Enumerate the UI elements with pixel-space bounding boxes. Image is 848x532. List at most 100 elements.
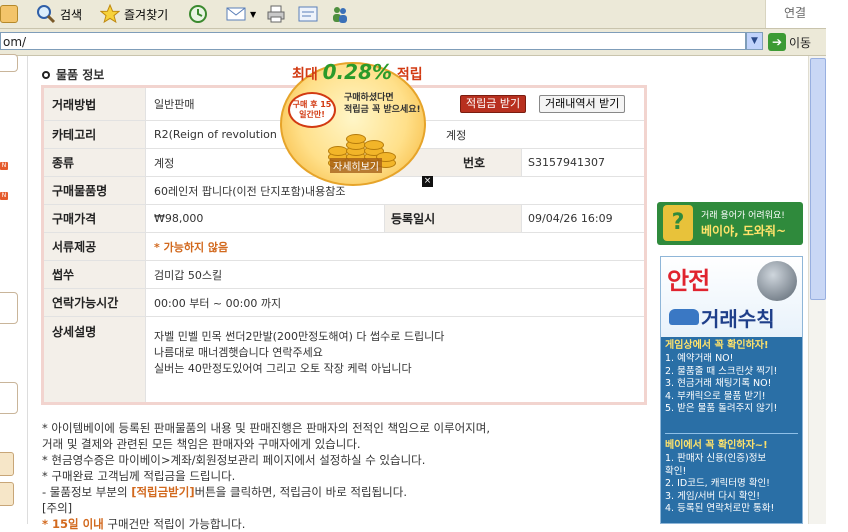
- list-item: 4. 등록된 연락처로만 통화!: [665, 503, 775, 514]
- docs-label: 서류제공: [44, 233, 146, 260]
- messenger-button[interactable]: [330, 3, 350, 25]
- chevron-down-icon: ▼: [751, 36, 758, 46]
- favorites-label: 즐겨찾기: [124, 7, 169, 22]
- notice-text-part: 구매건만 적립이 가능합니다.: [103, 517, 246, 531]
- scrollbar-thumb[interactable]: [810, 58, 826, 300]
- detail-label: 상세설명: [44, 317, 146, 402]
- list-item: 2. ID코드, 캐릭터명 확인!: [665, 478, 770, 489]
- receive-points-button[interactable]: 적립금 받기: [460, 95, 527, 113]
- notice-line: * 현금영수증은 마이베이>계좌/회원정보관리 페이지에서 설정하실 수 있습니…: [42, 453, 426, 467]
- help-line2: 베이야, 도와줘~: [701, 224, 787, 238]
- new-badge-icon: N: [0, 162, 8, 170]
- safe-section-game: 게임상에서 꼭 확인하자! 1. 예약거래 NO! 2. 물품줄 때 스크린샷 …: [665, 339, 798, 416]
- server-value: 검미갑 50스킬: [154, 268, 223, 282]
- mail-button[interactable]: ▼: [226, 3, 256, 25]
- left-button[interactable]: [0, 452, 14, 476]
- price-label: 구매가격: [44, 205, 146, 232]
- trade-method-value: 일반판매: [154, 98, 195, 111]
- history-button[interactable]: [188, 3, 208, 25]
- trade-method-label: 거래방법: [44, 88, 146, 120]
- popup-title-rate: 0.28%: [322, 60, 393, 84]
- type-value: 계정: [154, 156, 175, 170]
- address-input[interactable]: om/: [0, 32, 746, 50]
- favorites-button[interactable]: 즐겨찾기: [100, 3, 168, 25]
- help-banner[interactable]: ? 거래 용어가 어려워요! 베이야, 도와줘~: [657, 202, 803, 245]
- list-item: 1. 판매자 신용(인증)정보: [665, 453, 767, 464]
- safe-title-a: 안전: [667, 267, 710, 295]
- contact-value: 00:00 부터 ~ 00:00 까지: [154, 296, 282, 310]
- popup-text-line: 적립금 꼭 받으세요!: [344, 105, 421, 115]
- item-name-label: 구매물품명: [44, 177, 146, 204]
- left-box: [0, 382, 18, 414]
- detail-line: 자벨 민벨 민목 썬더2만발(200만정도해여) 다 썹수로 드립니다: [154, 330, 445, 343]
- notice-highlight: * 15일 이내: [42, 517, 104, 531]
- server-label: 썹쑤: [44, 261, 146, 288]
- receive-history-button[interactable]: 거래내역서 받기: [539, 95, 626, 113]
- list-item: 확인!: [665, 465, 687, 477]
- toolbar-right-panel: 연결: [765, 0, 826, 28]
- vertical-scrollbar[interactable]: [808, 56, 826, 524]
- left-box: [0, 54, 18, 72]
- notice-text: * 아이템베이에 등록된 판매물품의 내용 및 판매진행은 판매자의 전적인 책…: [42, 420, 642, 532]
- go-button[interactable]: ➔ 이동: [768, 32, 811, 52]
- search-button[interactable]: 검색: [36, 3, 82, 25]
- help-line1: 거래 용어가 어려워요!: [701, 211, 785, 221]
- edit-icon: [298, 6, 318, 22]
- points-popup: 최대 0.28% 적립 구매 후 15일간만! 구매하셨다면 적립금 꼭 받으세…: [272, 50, 434, 187]
- type-label: 종류: [44, 149, 146, 176]
- popup-more-link[interactable]: 자세히보기: [330, 158, 382, 173]
- notice-line: * 구매완료 고객님께 적립금을 드립니다.: [42, 469, 236, 483]
- reg-date-label: 등록일시: [384, 205, 522, 232]
- search-label: 검색: [60, 7, 83, 22]
- mail-icon: [226, 7, 246, 21]
- popup-title: 최대 0.28% 적립: [292, 60, 423, 84]
- home-button[interactable]: [0, 3, 18, 25]
- microphone-icon: [757, 261, 797, 301]
- detail-text: 자벨 민벨 민목 썬더2만발(200만정도해여) 다 썹수로 드립니다 나름대로…: [154, 329, 444, 377]
- number-value: S3157941307: [528, 156, 605, 169]
- list-item: 3. 게임/서버 다시 확인!: [665, 490, 761, 502]
- notice-text-part: - 물품정보 부분의: [42, 485, 132, 499]
- safe-section-bay: 베이에서 꼭 확인하자~! 1. 판매자 신용(인증)정보 확인! 2. ID코…: [665, 439, 798, 516]
- list-item: 3. 현금거래 채팅기록 NO!: [665, 378, 772, 389]
- section-title-text: 물품 정보: [56, 68, 105, 82]
- address-dropdown-button[interactable]: ▼: [746, 32, 763, 50]
- browser-toolbar: 검색 즐겨찾기 ▼ 연결: [0, 0, 826, 29]
- left-box: [0, 292, 18, 324]
- safe-section-title: 베이에서 꼭 확인하자~!: [665, 440, 768, 451]
- detail-line: 실버는 40만정도있어여 그리고 오토 작장 케럭 아닙니다: [154, 362, 412, 375]
- search-icon: [37, 5, 56, 24]
- safe-title-b: 거래수칙: [701, 307, 775, 331]
- reg-date-value: 09/04/26 16:09: [528, 212, 613, 225]
- connect-label: 연결: [784, 6, 807, 20]
- table-row: 상세설명 자벨 민벨 민목 썬더2만발(200만정도해여) 다 썹수로 드립니다…: [44, 317, 644, 402]
- print-icon: [267, 5, 285, 23]
- notice-line: [주의]: [42, 501, 73, 515]
- question-icon: ?: [663, 205, 693, 241]
- docs-value: * 가능하지 않음: [154, 240, 229, 254]
- close-icon[interactable]: ×: [422, 176, 433, 187]
- chevron-down-icon: ▼: [250, 9, 257, 19]
- list-item: 4. 부캐릭으로 물품 받기!: [665, 390, 766, 402]
- notice-line: - 물품정보 부분의 [적립금받기]버튼을 클릭하면, 적립금이 바로 적립됩니…: [42, 484, 642, 500]
- list-item: 2. 물품줄 때 스크린샷 찍기!: [665, 365, 778, 377]
- history-icon: [189, 5, 207, 23]
- detail-line: 나름대로 매너겜햇습니다 연락주세요: [154, 346, 323, 359]
- table-row: 구매가격 ₩98,000 등록일시 09/04/26 16:09: [44, 205, 644, 233]
- table-row: 연락가능시간 00:00 부터 ~ 00:00 까지: [44, 289, 644, 317]
- safe-trade-panel: 안전 거래수칙 게임상에서 꼭 확인하자! 1. 예약거래 NO! 2. 물품줄…: [660, 256, 803, 524]
- category-value: R2(Reign of revolution: [154, 128, 277, 141]
- divider: [665, 433, 798, 434]
- bullet-icon: [42, 70, 50, 79]
- left-button[interactable]: [0, 482, 14, 506]
- section-title: 물품 정보: [42, 66, 104, 83]
- points-link[interactable]: [적립금받기]: [131, 485, 194, 499]
- edit-button[interactable]: [298, 3, 318, 25]
- go-arrow-icon: ➔: [768, 33, 786, 51]
- car-icon: [669, 309, 699, 325]
- popup-text: 구매하셨다면 적립금 꼭 받으세요!: [344, 92, 421, 116]
- notice-line: * 아이템베이에 등록된 판매물품의 내용 및 판매진행은 판매자의 전적인 책…: [42, 421, 490, 435]
- list-item: 5. 받은 물품 돌려주지 않기!: [665, 403, 778, 414]
- print-button[interactable]: [266, 3, 286, 25]
- messenger-icon: [333, 7, 347, 23]
